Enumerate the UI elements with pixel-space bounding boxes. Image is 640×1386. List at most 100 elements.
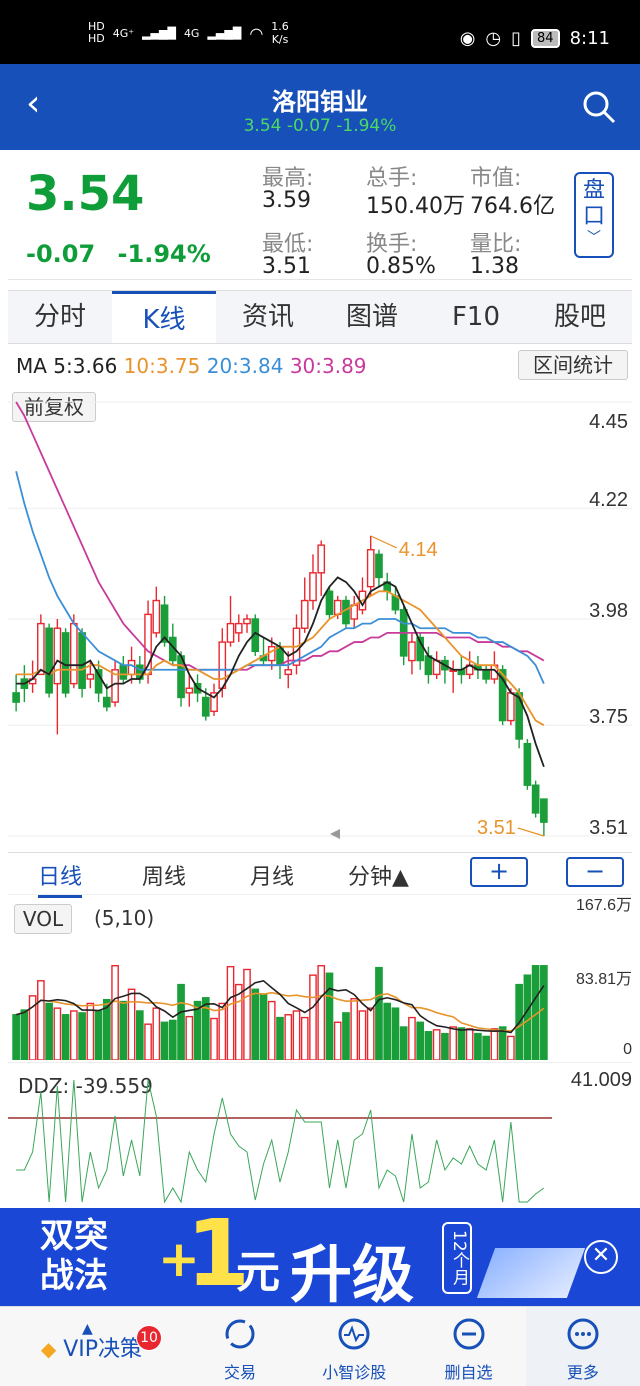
candle-body	[226, 622, 235, 643]
bottom-nav: ▲ ◆ VIP决策 10 交易 小智诊股 删自选 更多	[0, 1306, 640, 1386]
volume-bar	[251, 988, 260, 1060]
high-annotation: 4.14	[399, 539, 438, 561]
volume-bar	[474, 1032, 482, 1060]
promo-banner[interactable]: 双突 战法 + 1 元 升级 12个月 ✕	[0, 1208, 640, 1306]
volume-bar	[432, 1029, 441, 1060]
banner-t1: 双突	[40, 1216, 108, 1256]
tab-intraday[interactable]: 分时	[8, 291, 112, 343]
volume-bar	[416, 1021, 425, 1060]
volume-bar	[160, 1021, 169, 1060]
nav-vip[interactable]: ▲ ◆ VIP决策 10	[0, 1307, 183, 1386]
ddz-line	[16, 1079, 545, 1204]
wifi-icon: ◠	[249, 23, 264, 43]
eye-icon: ◉	[459, 28, 476, 49]
ma5-value: 5:3.66	[53, 354, 118, 378]
volume-bar	[111, 965, 119, 1060]
alarm-icon: ◷	[485, 28, 502, 49]
volume-bar	[490, 1028, 499, 1060]
period-minute[interactable]: 分钟▲	[348, 859, 409, 891]
header-price: 3.54	[243, 116, 282, 136]
low-value: 3.51	[262, 254, 311, 279]
high-pointer	[370, 535, 397, 549]
candle-body	[267, 646, 276, 662]
pulse-icon	[338, 1318, 370, 1350]
pankou-button[interactable]: 盘 口 ﹀	[574, 172, 614, 258]
zoom-in-button[interactable]: +	[470, 857, 528, 887]
nav-diagnose[interactable]: 小智诊股	[297, 1307, 411, 1386]
volume-bar	[218, 1002, 227, 1060]
nav-more[interactable]: 更多	[525, 1307, 640, 1386]
chevron-down-icon: ﹀	[587, 230, 601, 246]
signal-4g: 4G	[183, 26, 200, 40]
speed-unit: K/s	[271, 33, 289, 46]
volume-bar	[366, 1007, 375, 1060]
nav-remove[interactable]: 删自选	[411, 1307, 525, 1386]
candle-body	[45, 627, 53, 694]
refresh-icon	[225, 1319, 255, 1349]
tab-forum[interactable]: 股吧	[528, 291, 632, 343]
candle-body	[342, 599, 350, 625]
candle-body	[284, 669, 293, 676]
candle-body	[424, 655, 433, 676]
sim2-hd: HD	[88, 32, 105, 45]
tab-kline[interactable]: K线	[112, 291, 216, 343]
status-bar: HD HD 4G⁺ ▂▄▆█ 4G ▂▄▆█ ◠ 1.6 K/s ◉ ◷ ▯ 8…	[0, 0, 640, 64]
close-icon[interactable]: ✕	[584, 1240, 618, 1274]
candle-body	[37, 622, 45, 676]
candle-body	[540, 798, 548, 823]
high-value: 3.59	[262, 188, 311, 213]
status-right: ◉ ◷ ▯ 84 8:11	[460, 28, 610, 49]
candle-body	[185, 687, 194, 694]
tab-f10[interactable]: F10	[424, 291, 528, 343]
nav-vip-label: VIP决策	[63, 1337, 143, 1362]
volume-bar	[185, 1015, 194, 1060]
vibrate-icon: ▯	[511, 28, 522, 49]
tab-news[interactable]: 资讯	[216, 291, 320, 343]
nav-remove-label: 删自选	[444, 1363, 493, 1382]
vol-axis-label: 0	[623, 1041, 632, 1058]
low-pointer	[517, 827, 545, 837]
signal-icon-2: ▂▄▆█	[207, 26, 242, 40]
nav-trade[interactable]: 交易	[183, 1307, 297, 1386]
ma30-line	[15, 401, 545, 671]
period-monthly[interactable]: 月线	[250, 859, 294, 891]
quote-panel: 3.54 -0.07 -1.94% 最高: 3.59 最低: 3.51 总手: …	[8, 152, 632, 280]
volume-bar	[70, 1010, 78, 1060]
pankou-char-2: 口	[582, 204, 605, 229]
candle-body	[325, 590, 334, 616]
volume-bar	[465, 1028, 474, 1060]
volume-bar	[152, 1007, 161, 1060]
search-icon[interactable]	[582, 90, 616, 124]
period-weekly[interactable]: 周线	[142, 859, 186, 891]
volume-bar	[127, 988, 136, 1060]
status-left: HD HD 4G⁺ ▂▄▆█ 4G ▂▄▆█ ◠ 1.6 K/s	[88, 20, 289, 46]
volume-bar	[350, 998, 359, 1060]
minus-circle-icon	[453, 1318, 485, 1350]
header-quote: 3.54 -0.07 -1.94%	[0, 116, 640, 136]
volume-bar	[333, 1021, 342, 1060]
volume-bar	[61, 1014, 70, 1060]
ratio-value: 1.38	[470, 254, 519, 279]
period-daily[interactable]: 日线	[38, 859, 83, 898]
speed-value: 1.6	[271, 20, 289, 33]
candle-body	[78, 632, 86, 689]
candle-body	[408, 641, 416, 662]
ma-legend: MA 5:3.66 10:3.75 20:3.84 30:3.89	[16, 354, 367, 378]
candle-body	[507, 692, 515, 722]
vip-badge: 10	[136, 1325, 162, 1351]
volume-bar	[292, 1010, 301, 1060]
kline-chart[interactable]: 4.45 4.22 3.98 3.75 3.51 4.14 3.51	[8, 386, 632, 850]
price-axis-label: 4.22	[589, 489, 628, 511]
candle-body	[127, 659, 136, 676]
nav-more-label: 更多	[566, 1363, 599, 1382]
candle-body	[53, 627, 62, 685]
candle-body	[201, 696, 210, 717]
zoom-out-button[interactable]: −	[566, 857, 624, 887]
volume-bar	[399, 1026, 408, 1060]
volume-bar	[424, 1031, 433, 1060]
tab-chart-map[interactable]: 图谱	[320, 291, 424, 343]
change-percent: -1.94%	[117, 240, 211, 268]
volume-bar	[482, 1035, 490, 1060]
volume-bar	[391, 1007, 400, 1060]
range-stats-button[interactable]: 区间统计	[518, 350, 628, 380]
